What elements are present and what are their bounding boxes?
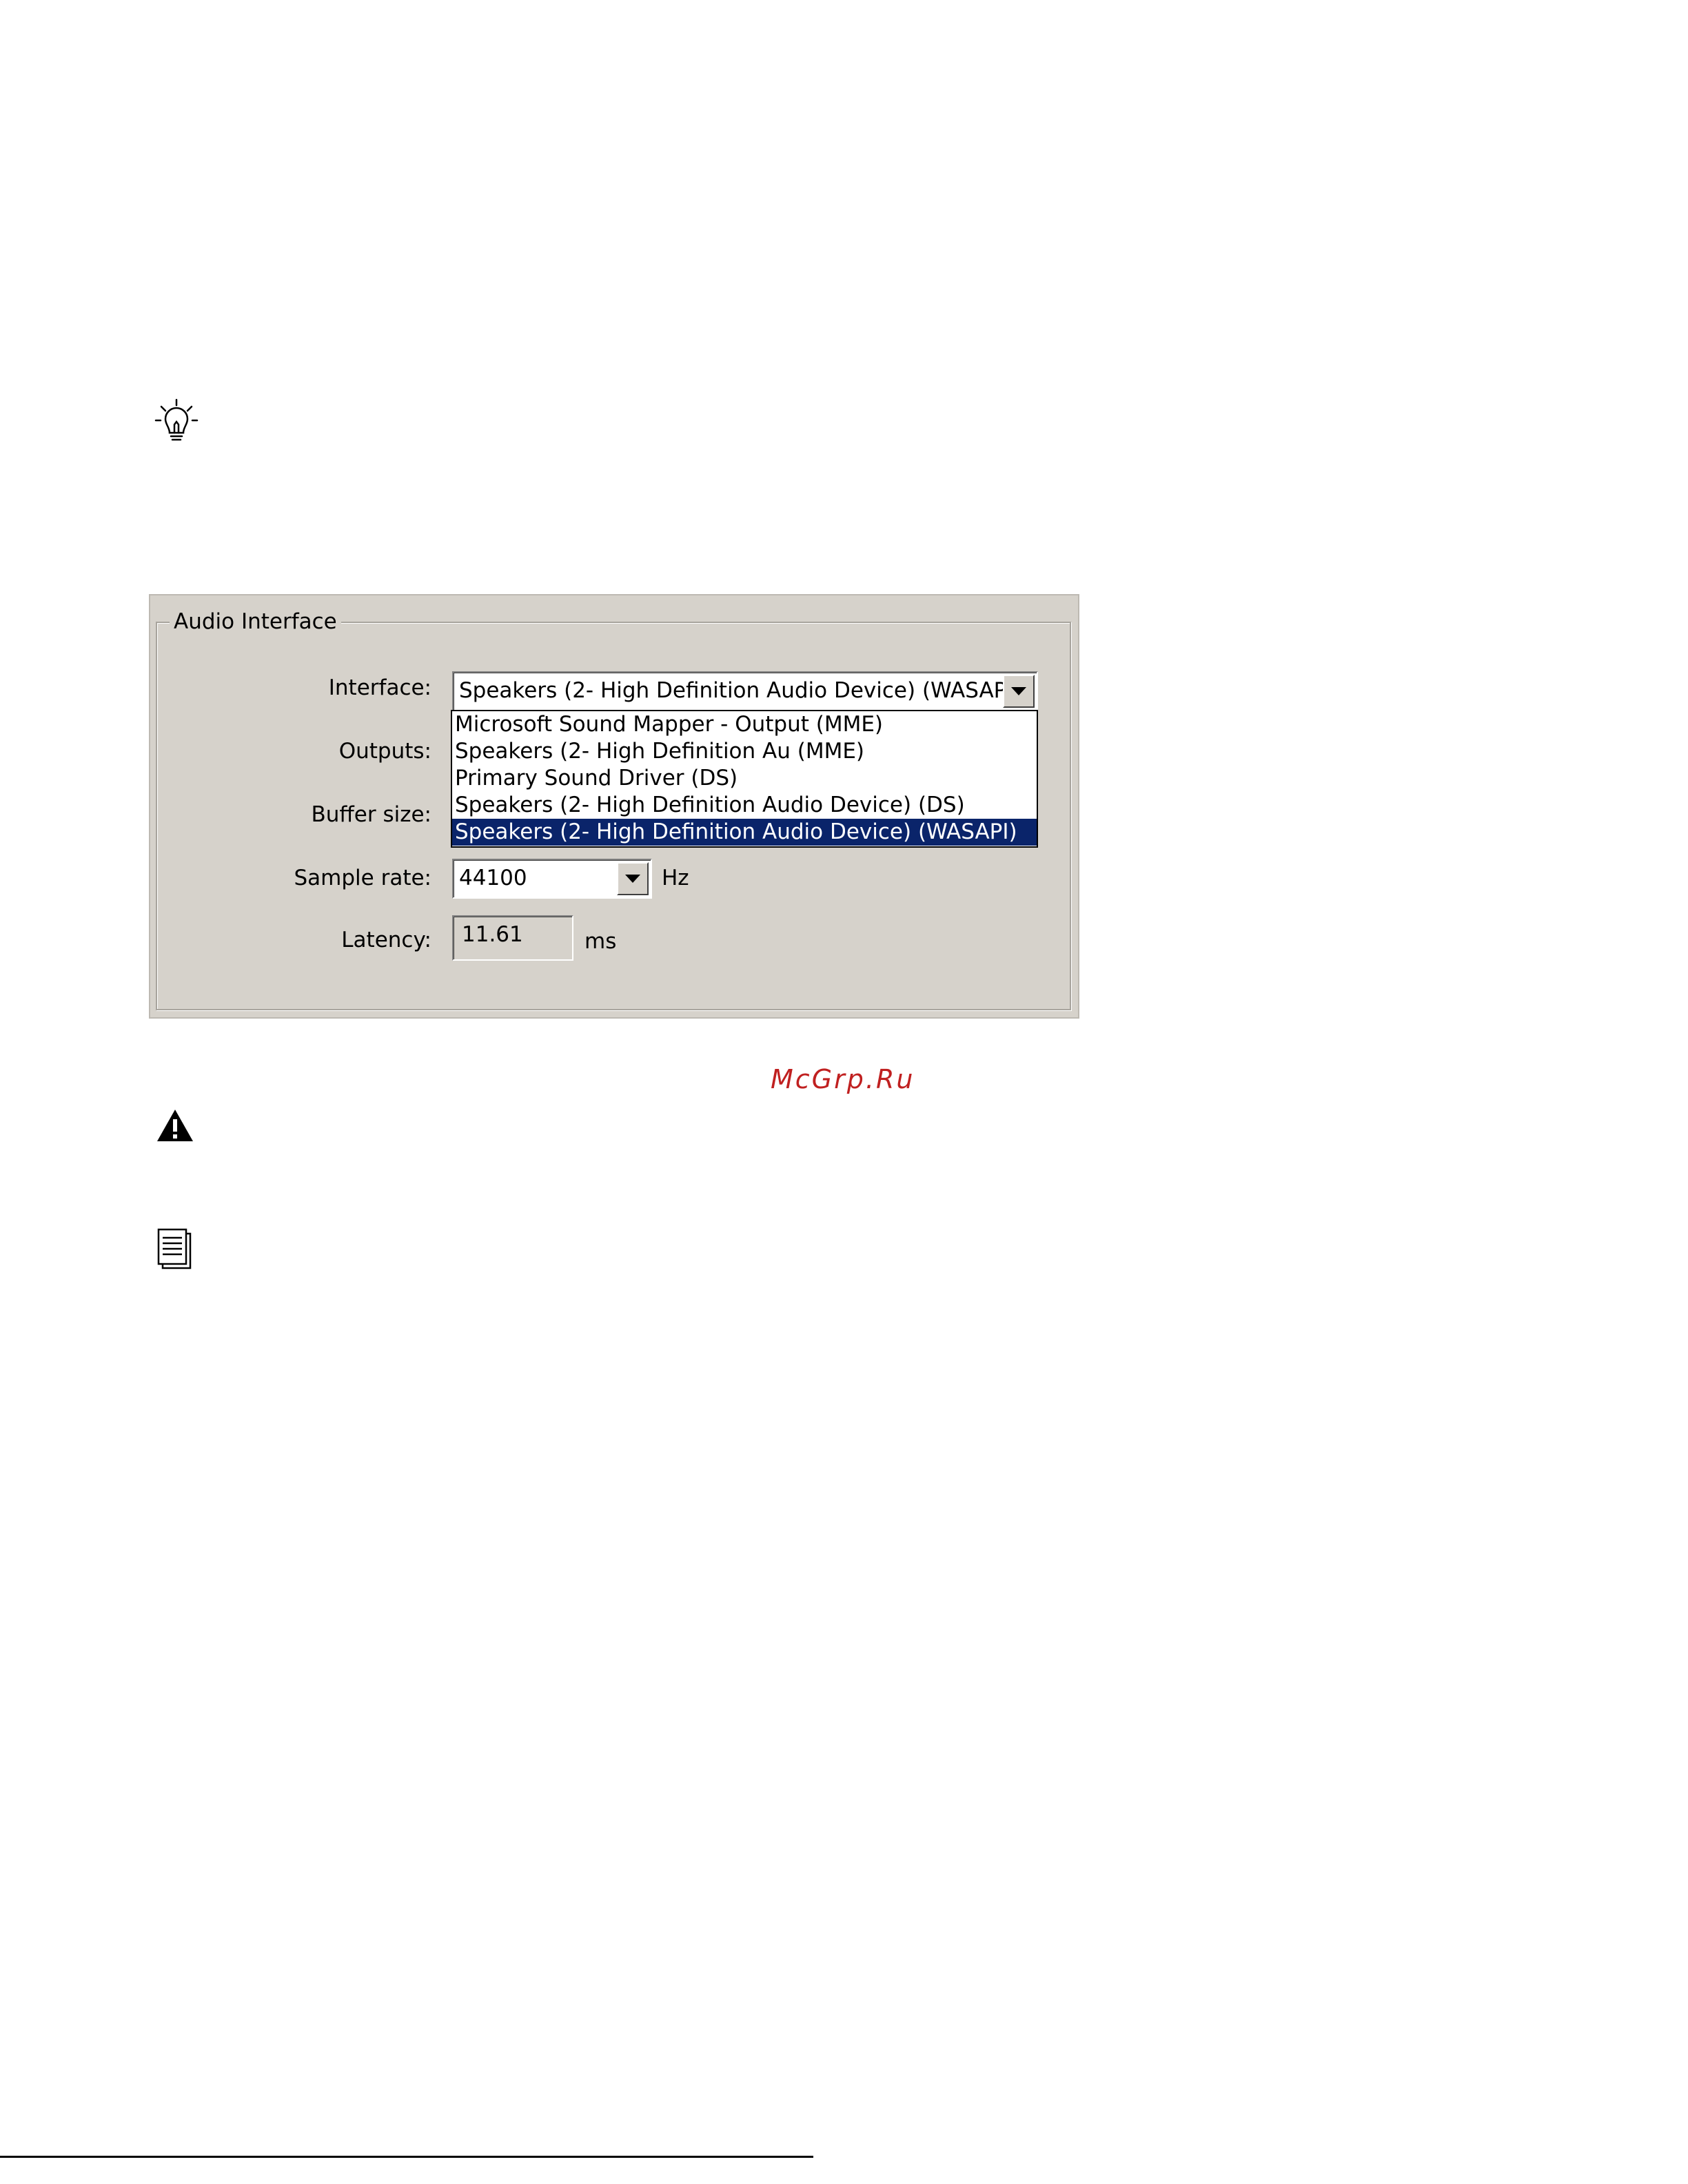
document-icon: [156, 1227, 194, 1271]
dropdown-option-selected[interactable]: Speakers (2- High Definition Audio Devic…: [452, 819, 1037, 846]
outputs-label: Outputs:: [338, 739, 431, 764]
interface-select-value: Speakers (2- High Definition Audio Devic…: [459, 678, 1021, 703]
dropdown-option[interactable]: Speakers (2- High Definition Au (MME): [452, 738, 1037, 765]
latency-field: 11.61: [452, 915, 573, 961]
lightbulb-icon: [152, 397, 201, 447]
sample-rate-unit: Hz: [662, 866, 689, 890]
dropdown-option[interactable]: Microsoft Sound Mapper - Output (MME): [452, 711, 1037, 738]
interface-dropdown-list[interactable]: Microsoft Sound Mapper - Output (MME) Sp…: [451, 710, 1038, 848]
latency-value: 11.61: [462, 922, 523, 947]
audio-interface-panel: Audio Interface Interface: Speakers (2- …: [149, 594, 1079, 1019]
sample-rate-label: Sample rate:: [294, 866, 431, 890]
interface-select[interactable]: Speakers (2- High Definition Audio Devic…: [452, 671, 1038, 711]
interface-dropdown-button[interactable]: [1003, 675, 1035, 708]
sample-rate-select[interactable]: 44100: [452, 859, 652, 899]
dropdown-option[interactable]: Speakers (2- High Definition Audio Devic…: [452, 792, 1037, 819]
sample-rate-value: 44100: [459, 866, 527, 890]
sample-rate-dropdown-button[interactable]: [617, 862, 649, 895]
buffer-size-label: Buffer size:: [311, 802, 432, 827]
latency-unit: ms: [584, 929, 617, 954]
chevron-down-icon: [1011, 687, 1026, 695]
interface-label: Interface:: [328, 675, 431, 700]
dropdown-option[interactable]: Primary Sound Driver (DS): [452, 765, 1037, 792]
watermark: McGrp.Ru: [771, 1064, 915, 1094]
chevron-down-icon: [625, 875, 640, 883]
latency-label: Latency:: [341, 928, 431, 952]
group-title: Audio Interface: [170, 608, 341, 635]
page-footer-rule: [0, 2156, 813, 2158]
warning-icon: [154, 1105, 196, 1147]
